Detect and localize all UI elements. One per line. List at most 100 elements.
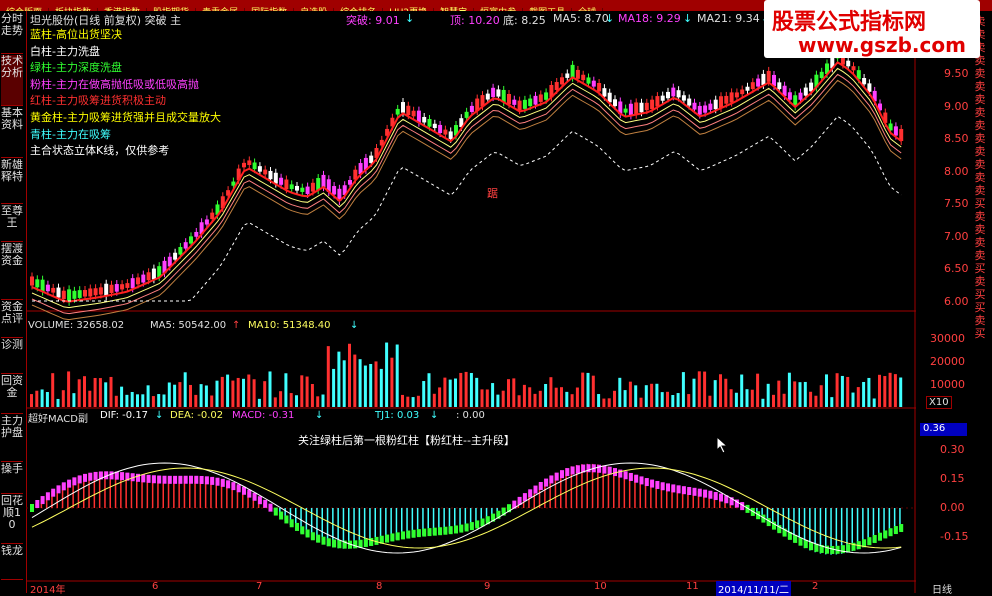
candle	[465, 112, 469, 118]
date-tick: 2014年	[30, 581, 65, 596]
date-tick: 10	[594, 581, 607, 592]
left-tab[interactable]: 回花顺10	[1, 495, 23, 544]
volume-bar	[613, 391, 616, 407]
legend-item: 主合状态立体K线，仅供参考	[30, 142, 169, 158]
left-tab[interactable]: 技术分析	[1, 55, 23, 106]
macd-block	[412, 530, 416, 538]
left-tab[interactable]: 摆渡资金	[1, 243, 23, 300]
price-tick: 9.50	[944, 67, 969, 80]
left-tab[interactable]: 至尊王	[1, 205, 23, 242]
candle	[147, 272, 151, 280]
candle	[210, 213, 214, 219]
macd-block	[433, 528, 437, 536]
volume-bar	[878, 375, 881, 407]
date-tick: 2014/11/11/二	[716, 581, 791, 596]
volume-bar	[306, 377, 309, 407]
macd-dif-arrow-icon: ↓	[155, 410, 163, 421]
volume-bar	[359, 359, 362, 407]
tupo-value: 突破: 9.01	[346, 12, 400, 28]
volume-bar	[263, 381, 266, 407]
candle	[178, 247, 182, 255]
volume-bar	[629, 382, 632, 407]
left-tab[interactable]: 诊测	[1, 339, 23, 374]
macd-block	[327, 538, 331, 546]
ju-marker: 踞	[487, 185, 498, 201]
macd-block	[682, 486, 686, 494]
candle	[698, 106, 702, 115]
period-label[interactable]: 日线	[932, 581, 952, 596]
candle	[571, 65, 575, 78]
volume-bar	[799, 382, 802, 407]
macd-block	[428, 528, 432, 536]
volume-ma10: MA10: 51348.40	[248, 320, 330, 331]
legend-item: 粉柱-主力在做高抛低吸或低吸高抛	[30, 76, 199, 92]
candle	[284, 179, 288, 189]
volume-bar	[322, 395, 325, 407]
volume-bar	[242, 379, 245, 407]
left-tab[interactable]: 新雄释特	[1, 159, 23, 204]
volume-tick: 10000	[930, 378, 965, 391]
macd-block	[655, 481, 659, 489]
price-tick: 7.00	[944, 230, 969, 243]
macd-tick: 0.30	[940, 443, 965, 456]
macd-block	[698, 489, 702, 497]
macd-block	[205, 476, 209, 484]
left-tab[interactable]: 操手	[1, 463, 23, 494]
volume-bar	[131, 392, 134, 407]
left-tab[interactable]: 分时走势	[1, 13, 23, 54]
macd-block	[406, 531, 410, 539]
macd-macd: MACD: -0.31	[232, 410, 294, 421]
volume-bar	[719, 374, 722, 407]
left-tab[interactable]: 回资金	[1, 375, 23, 414]
volume-bar	[645, 385, 648, 407]
volume-bar	[867, 378, 870, 407]
macd-block	[136, 474, 140, 482]
macd-block	[459, 525, 463, 533]
macd-block	[666, 483, 670, 491]
volume-bar	[608, 398, 611, 407]
candle	[761, 74, 765, 85]
candle	[369, 156, 373, 163]
volume-bar	[221, 377, 224, 407]
mouse-cursor-icon	[716, 436, 730, 454]
candle	[94, 288, 98, 295]
volume-bar	[205, 385, 208, 407]
left-tab[interactable]: 资金点评	[1, 301, 23, 338]
candle	[746, 87, 750, 91]
left-tab[interactable]: 主力护盘	[1, 415, 23, 462]
candle	[104, 284, 108, 296]
candle	[406, 106, 410, 115]
candle	[279, 178, 283, 185]
volume-bar	[406, 397, 409, 407]
candle	[348, 180, 352, 185]
macd-block	[30, 504, 34, 512]
candle	[88, 288, 92, 296]
volume-bar	[83, 376, 86, 407]
candle	[247, 160, 251, 165]
macd-block	[873, 535, 877, 543]
volume-bar	[899, 378, 902, 407]
volume-x-label: X10	[926, 396, 952, 409]
volume-bar	[592, 376, 595, 407]
ma5-value: MA5: 8.70	[553, 12, 609, 25]
macd-block	[719, 494, 723, 502]
candle	[777, 82, 781, 89]
volume-bar	[496, 395, 499, 407]
left-tab[interactable]: 钱龙	[1, 545, 23, 580]
volume-bar	[602, 399, 605, 407]
volume-bar	[830, 397, 833, 407]
volume-bar	[380, 369, 383, 407]
candle	[862, 78, 866, 84]
volume-bar	[661, 392, 664, 407]
macd-block	[88, 473, 92, 481]
candle	[428, 119, 432, 127]
volume-bar	[194, 395, 197, 407]
left-tab[interactable]: 基本资料	[1, 107, 23, 158]
macd-block	[539, 482, 543, 490]
watermark-logo: 股票公式指标网 www.gszb.com	[764, 0, 980, 58]
volume-bar	[814, 396, 817, 407]
volume-bar	[481, 389, 484, 407]
candle	[332, 186, 336, 194]
date-tick: 6	[152, 581, 158, 592]
macd-block	[290, 519, 294, 527]
